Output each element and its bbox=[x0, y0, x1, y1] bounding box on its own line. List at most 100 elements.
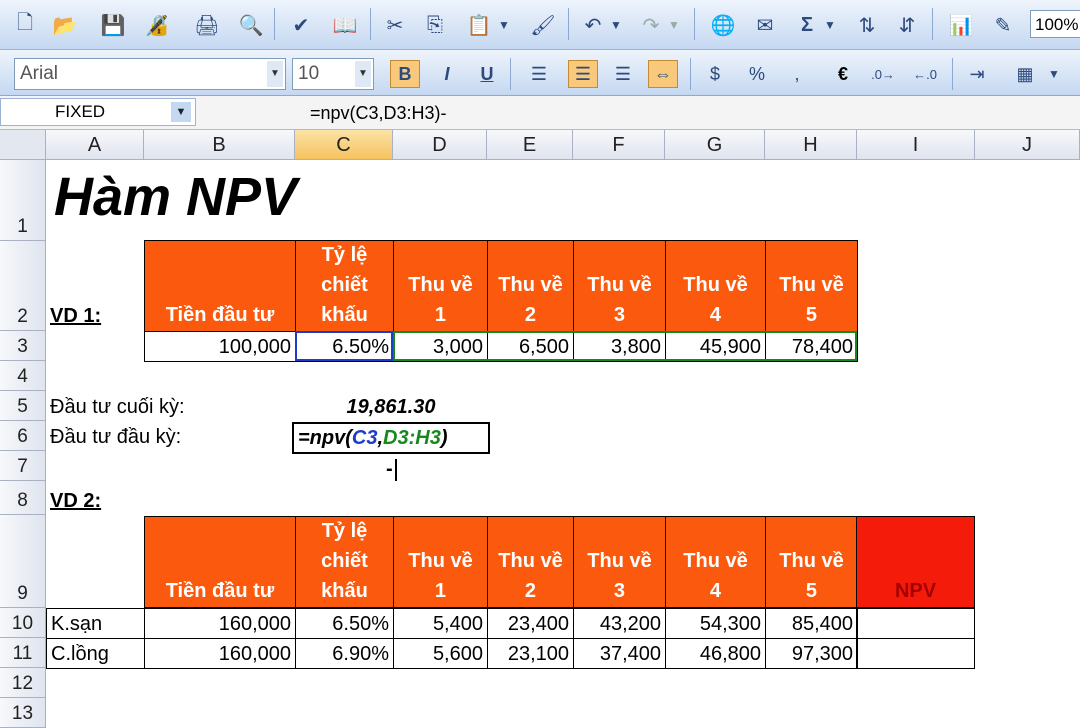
row-header-6[interactable]: 6 bbox=[0, 421, 46, 451]
redo-dropdown-icon[interactable]: ▼ bbox=[664, 8, 684, 42]
chevron-down-icon[interactable]: ▼ bbox=[267, 61, 283, 87]
vd1-header-d[interactable]: Thu về 1 bbox=[393, 240, 488, 332]
row10-cell-b[interactable]: 160,000 bbox=[144, 608, 296, 639]
spelling-icon[interactable]: ✔ bbox=[284, 8, 318, 42]
underline-button[interactable]: U bbox=[472, 60, 502, 88]
npv-cell-i11[interactable] bbox=[856, 638, 975, 669]
insert-hyperlink-icon[interactable]: 🌐 bbox=[706, 8, 740, 42]
print-preview-icon[interactable]: 🔍 bbox=[234, 8, 268, 42]
borders-icon[interactable]: ▦ bbox=[1010, 60, 1040, 88]
currency-button[interactable]: $ bbox=[700, 60, 730, 88]
autosum-icon[interactable]: Σ bbox=[790, 8, 824, 42]
column-header-d[interactable]: D bbox=[393, 130, 487, 160]
row-header-8[interactable]: 8 bbox=[0, 481, 46, 515]
name-box[interactable]: FIXED ▼ bbox=[0, 98, 196, 126]
vd2-header-e[interactable]: Thu về 2 bbox=[487, 516, 574, 608]
vd1-header-c[interactable]: Tỷ lệ chiết khấu bbox=[295, 240, 394, 332]
vd1-header-g[interactable]: Thu về 4 bbox=[665, 240, 766, 332]
open-icon[interactable]: 📂 bbox=[48, 8, 82, 42]
decrease-decimal-icon[interactable]: ←.0 bbox=[910, 60, 940, 88]
row11-cell-h[interactable]: 97,300 bbox=[765, 638, 858, 669]
vd1-header-b[interactable]: Tiền đầu tư bbox=[144, 240, 296, 332]
vd2-header-c[interactable]: Tỷ lệ chiết khấu bbox=[295, 516, 394, 608]
row10-cell-h[interactable]: 85,400 bbox=[765, 608, 858, 639]
row-header-4[interactable]: 4 bbox=[0, 361, 46, 391]
vd2-header-h[interactable]: Thu về 5 bbox=[765, 516, 858, 608]
row11-cell-e[interactable]: 23,100 bbox=[487, 638, 574, 669]
vd1-header-f[interactable]: Thu về 3 bbox=[573, 240, 666, 332]
increase-decimal-icon[interactable]: .0→ bbox=[868, 60, 898, 88]
npv-header[interactable]: NPV bbox=[856, 516, 975, 608]
row11-cell-g[interactable]: 46,800 bbox=[665, 638, 766, 669]
paste-dropdown-icon[interactable]: ▼ bbox=[494, 8, 514, 42]
align-left-icon[interactable]: ☰ bbox=[524, 60, 554, 88]
percent-button[interactable]: % bbox=[742, 60, 772, 88]
column-header-j[interactable]: J bbox=[975, 130, 1080, 160]
edit-continuation[interactable]: - bbox=[386, 454, 397, 484]
row11-cell-f[interactable]: 37,400 bbox=[573, 638, 666, 669]
italic-button[interactable]: I bbox=[432, 60, 462, 88]
vd2-header-g[interactable]: Thu về 4 bbox=[665, 516, 766, 608]
undo-icon[interactable]: ↶ bbox=[576, 8, 610, 42]
vd1-label[interactable]: VD 1: bbox=[46, 301, 101, 331]
column-header-f[interactable]: F bbox=[573, 130, 665, 160]
row11-cell-c[interactable]: 6.90% bbox=[295, 638, 394, 669]
row-header-9[interactable]: 9 bbox=[0, 515, 46, 608]
row-header-7[interactable]: 7 bbox=[0, 451, 46, 481]
format-painter-icon[interactable]: 🖌 bbox=[526, 8, 560, 42]
font-size-select[interactable]: 10 ▼ bbox=[292, 58, 374, 90]
chart-wizard-icon[interactable]: 📊 bbox=[944, 8, 978, 42]
begin-period-label[interactable]: Đầu tư đầu kỳ: bbox=[46, 422, 181, 452]
row11-cell-b[interactable]: 160,000 bbox=[144, 638, 296, 669]
row-header-13[interactable]: 13 bbox=[0, 698, 46, 728]
vd1-header-e[interactable]: Thu về 2 bbox=[487, 240, 574, 332]
sheet-title[interactable]: Hàm NPV bbox=[54, 166, 297, 236]
vd2-label[interactable]: VD 2: bbox=[46, 486, 101, 516]
row-header-1[interactable]: 1 bbox=[0, 160, 46, 241]
drawing-icon[interactable]: ✎ bbox=[986, 8, 1020, 42]
comma-style-button[interactable]: , bbox=[782, 60, 812, 88]
npv-cell-i10[interactable] bbox=[856, 608, 975, 639]
end-period-label[interactable]: Đầu tư cuối kỳ: bbox=[46, 392, 185, 422]
sort-descending-icon[interactable]: ⇵ bbox=[890, 8, 924, 42]
undo-dropdown-icon[interactable]: ▼ bbox=[606, 8, 626, 42]
row-header-10[interactable]: 10 bbox=[0, 608, 46, 638]
vd2-header-d[interactable]: Thu về 1 bbox=[393, 516, 488, 608]
row10-label[interactable]: K.sạn bbox=[46, 608, 144, 639]
row10-cell-d[interactable]: 5,400 bbox=[393, 608, 488, 639]
borders-dropdown-icon[interactable]: ▼ bbox=[1044, 60, 1064, 88]
row10-cell-c[interactable]: 6.50% bbox=[295, 608, 394, 639]
column-header-i[interactable]: I bbox=[857, 130, 975, 160]
save-icon[interactable]: 💾 bbox=[96, 8, 130, 42]
formula-input[interactable]: =npv(C3,D3:H3)- bbox=[310, 100, 447, 126]
redo-icon[interactable]: ↷ bbox=[634, 8, 668, 42]
row-header-2[interactable]: 2 bbox=[0, 241, 46, 331]
row10-cell-e[interactable]: 23,400 bbox=[487, 608, 574, 639]
bold-button[interactable]: B bbox=[390, 60, 420, 88]
row-header-5[interactable]: 5 bbox=[0, 391, 46, 421]
research-icon[interactable]: 📖 bbox=[328, 8, 362, 42]
zoom-box[interactable]: 100% bbox=[1030, 10, 1080, 38]
permission-icon[interactable]: 🔏 bbox=[140, 8, 174, 42]
row3-cell-b[interactable]: 100,000 bbox=[144, 331, 296, 362]
column-header-g[interactable]: G bbox=[665, 130, 765, 160]
sort-ascending-icon[interactable]: ⇅ bbox=[850, 8, 884, 42]
column-header-b[interactable]: B bbox=[144, 130, 295, 160]
end-period-value[interactable]: 19,861.30 bbox=[296, 392, 486, 422]
column-header-h[interactable]: H bbox=[765, 130, 857, 160]
row-header-11[interactable]: 11 bbox=[0, 638, 46, 668]
autosum-dropdown-icon[interactable]: ▼ bbox=[820, 8, 840, 42]
active-cell-editor[interactable]: =npv(C3,D3:H3) bbox=[292, 422, 490, 454]
row-header-12[interactable]: 12 bbox=[0, 668, 46, 698]
chevron-down-icon[interactable]: ▼ bbox=[355, 61, 371, 87]
new-icon[interactable]: 🗋 bbox=[8, 8, 42, 42]
row10-cell-f[interactable]: 43,200 bbox=[573, 608, 666, 639]
row-header-3[interactable]: 3 bbox=[0, 331, 46, 361]
indent-icon[interactable]: ⇥ bbox=[962, 60, 992, 88]
copy-icon[interactable]: ⎘ bbox=[418, 8, 452, 42]
merge-center-icon[interactable]: ⇔ bbox=[648, 60, 678, 88]
column-header-e[interactable]: E bbox=[487, 130, 573, 160]
align-center-icon[interactable]: ☰ bbox=[568, 60, 598, 88]
worksheet-grid[interactable]: ABCDEFGHIJ 1 2 3 4 5 6 7 8 9 10 11 12 13 Hàm NPV VD … bbox=[0, 130, 1080, 728]
vd2-header-f[interactable]: Thu về 3 bbox=[573, 516, 666, 608]
